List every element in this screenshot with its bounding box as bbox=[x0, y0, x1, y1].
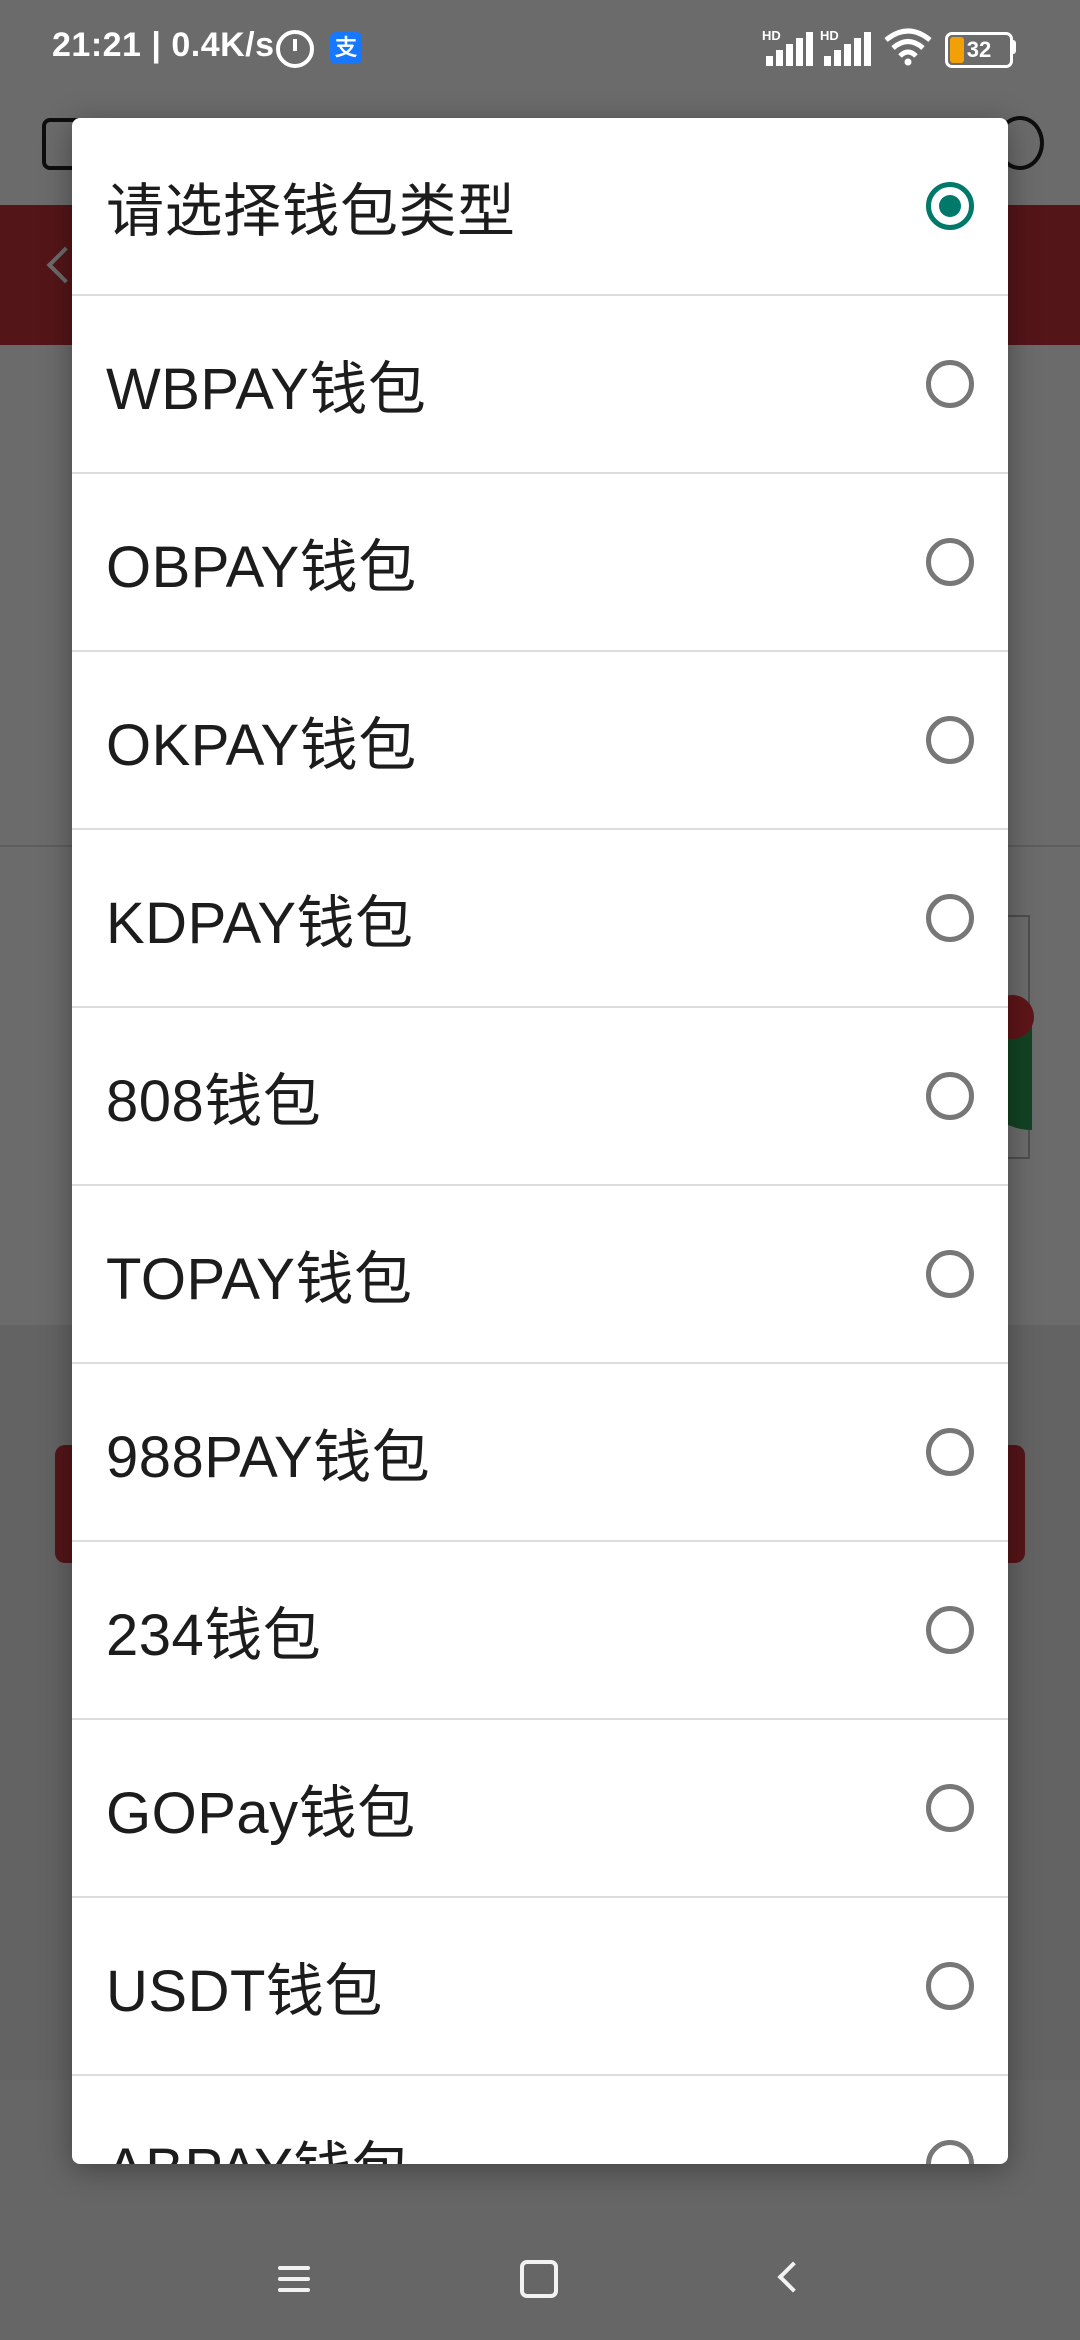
wallet-option-label: USDT钱包 bbox=[106, 1959, 383, 2024]
radio-unchecked-icon[interactable] bbox=[926, 1072, 974, 1120]
signal-icon: HD bbox=[762, 28, 816, 66]
radio-unchecked-icon[interactable] bbox=[926, 1606, 974, 1654]
wallet-option[interactable]: TOPAY钱包 bbox=[72, 1186, 1008, 1364]
wallet-option-label: OBPAY钱包 bbox=[106, 535, 417, 600]
home-icon[interactable] bbox=[520, 2260, 558, 2298]
wallet-option[interactable]: USDT钱包 bbox=[72, 1898, 1008, 2076]
wallet-option[interactable]: GOPay钱包 bbox=[72, 1720, 1008, 1898]
status-bar: 21:21 | 0.4K/s 支 HD HD 32 bbox=[0, 0, 1080, 98]
wallet-option-label: TOPAY钱包 bbox=[106, 1247, 413, 1312]
wallet-option[interactable]: 234钱包 bbox=[72, 1542, 1008, 1720]
wallet-option-label: 988PAY钱包 bbox=[106, 1425, 431, 1490]
radio-unchecked-icon[interactable] bbox=[926, 2140, 974, 2164]
wallet-option[interactable]: 988PAY钱包 bbox=[72, 1364, 1008, 1542]
network-type-label: HD bbox=[820, 28, 839, 43]
signal-icon: HD bbox=[820, 28, 874, 66]
radio-unchecked-icon[interactable] bbox=[926, 1428, 974, 1476]
wallet-option[interactable]: 请选择钱包类型 bbox=[72, 118, 1008, 296]
wallet-option[interactable]: OBPAY钱包 bbox=[72, 474, 1008, 652]
battery-icon: 32 bbox=[945, 32, 1013, 68]
battery-level: 32 bbox=[966, 37, 992, 62]
radio-unchecked-icon[interactable] bbox=[926, 1962, 974, 2010]
wallet-option-label: WBPAY钱包 bbox=[106, 357, 427, 422]
wallet-option-label: 808钱包 bbox=[106, 1069, 322, 1134]
status-time: 21:21 | 0.4K/s bbox=[52, 26, 275, 64]
navigation-bar bbox=[0, 2164, 1080, 2340]
wallet-type-dialog: 请选择钱包类型 WBPAY钱包 OBPAY钱包 OKPAY钱包 KDPAY钱包 808钱包… bbox=[72, 118, 1008, 2164]
radio-unchecked-icon[interactable] bbox=[926, 1250, 974, 1298]
alarm-icon bbox=[276, 30, 314, 68]
menu-icon[interactable] bbox=[278, 2266, 310, 2292]
wallet-option[interactable]: ABPAY钱包 bbox=[72, 2076, 1008, 2164]
wallet-option[interactable]: KDPAY钱包 bbox=[72, 830, 1008, 1008]
radio-unchecked-icon[interactable] bbox=[926, 360, 974, 408]
wallet-option-label: OKPAY钱包 bbox=[106, 713, 417, 778]
wallet-option-label: KDPAY钱包 bbox=[106, 891, 414, 956]
wallet-option[interactable]: 808钱包 bbox=[72, 1008, 1008, 1186]
radio-checked-icon[interactable] bbox=[926, 182, 974, 230]
radio-unchecked-icon[interactable] bbox=[926, 1784, 974, 1832]
radio-unchecked-icon[interactable] bbox=[926, 894, 974, 942]
back-icon[interactable] bbox=[777, 2261, 809, 2293]
radio-unchecked-icon[interactable] bbox=[926, 538, 974, 586]
wallet-option-label: 请选择钱包类型 bbox=[106, 179, 516, 244]
network-type-label: HD bbox=[762, 28, 781, 43]
wallet-option[interactable]: OKPAY钱包 bbox=[72, 652, 1008, 830]
wallet-option[interactable]: WBPAY钱包 bbox=[72, 296, 1008, 474]
wallet-option-label: 234钱包 bbox=[106, 1603, 322, 1668]
wallet-option-label: ABPAY钱包 bbox=[106, 2122, 410, 2164]
wifi-icon bbox=[884, 28, 932, 66]
radio-unchecked-icon[interactable] bbox=[926, 716, 974, 764]
wallet-option-label: GOPay钱包 bbox=[106, 1781, 416, 1846]
alipay-icon: 支 bbox=[330, 32, 362, 64]
